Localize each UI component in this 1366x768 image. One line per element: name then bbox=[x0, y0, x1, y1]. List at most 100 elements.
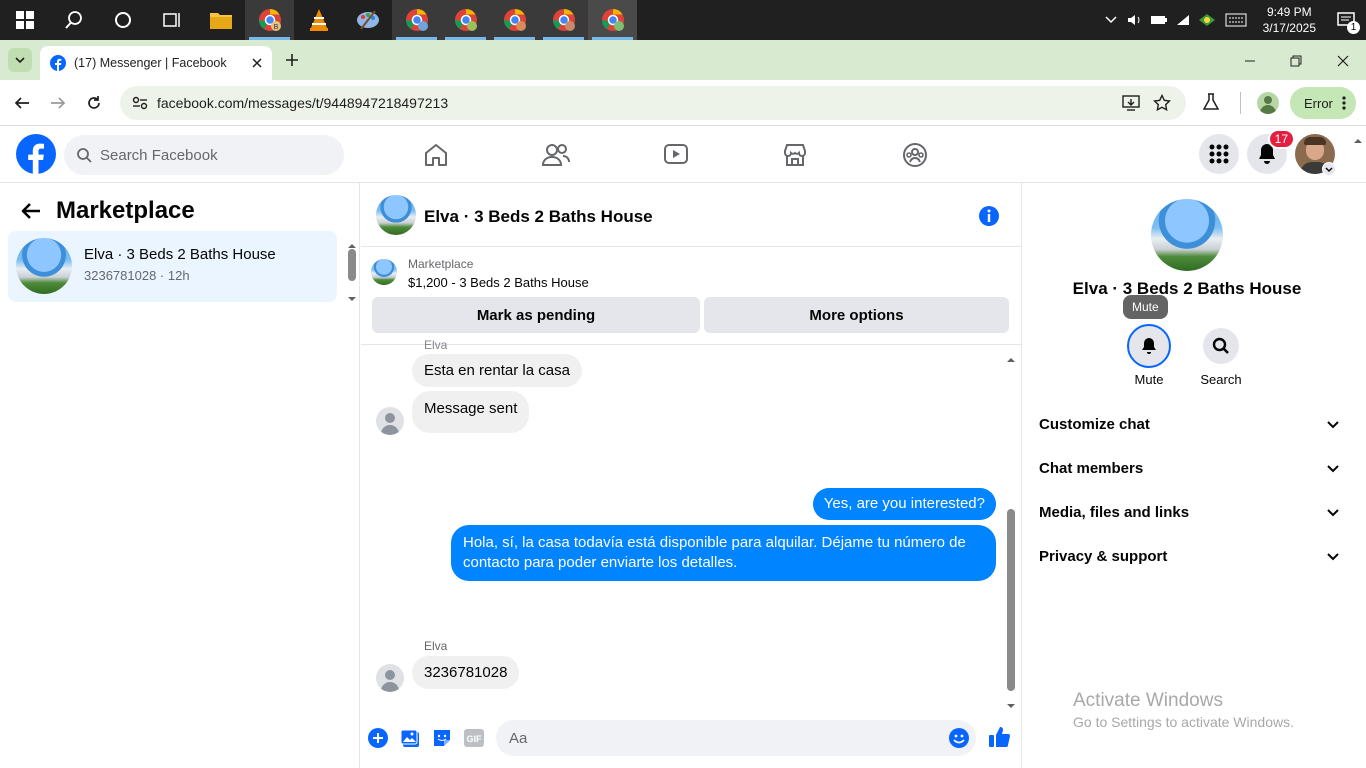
language-icon[interactable] bbox=[1195, 0, 1219, 40]
home-icon[interactable] bbox=[421, 140, 451, 170]
chevron-down-icon bbox=[1327, 552, 1339, 560]
more-options-button[interactable]: More options bbox=[704, 297, 1009, 333]
bookmark-star-icon[interactable] bbox=[1153, 94, 1171, 112]
marketplace-label: Marketplace bbox=[408, 257, 474, 271]
labs-flask-icon[interactable] bbox=[1202, 93, 1220, 116]
listing-price-title[interactable]: $1,200 - 3 Beds 2 Baths House bbox=[408, 275, 589, 290]
details-avatar[interactable] bbox=[1151, 199, 1223, 271]
reload-icon[interactable] bbox=[86, 95, 102, 116]
chrome-window-icon[interactable] bbox=[441, 0, 490, 40]
windows-start-icon[interactable] bbox=[0, 0, 49, 40]
scroll-down-arrow-icon[interactable] bbox=[1006, 696, 1016, 714]
conversation-list-scrollbar[interactable] bbox=[348, 249, 356, 281]
browser-toolbar: facebook.com/messages/t/9448947218497213… bbox=[0, 80, 1366, 126]
notifications-badge: 17 bbox=[1267, 129, 1295, 149]
mark-as-pending-button[interactable]: Mark as pending bbox=[372, 297, 700, 333]
back-arrow-icon[interactable] bbox=[14, 95, 30, 116]
wifi-icon[interactable] bbox=[1171, 0, 1195, 40]
system-clock[interactable]: 9:49 PM 3/17/2025 bbox=[1253, 4, 1326, 36]
chrome-window-icon[interactable] bbox=[392, 0, 441, 40]
profile-avatar[interactable] bbox=[1257, 92, 1279, 114]
sticker-icon[interactable] bbox=[432, 728, 452, 753]
search-label: Search bbox=[1200, 372, 1242, 387]
back-arrow-icon[interactable] bbox=[21, 202, 41, 225]
tab-search-button[interactable] bbox=[8, 48, 32, 72]
restore-icon[interactable] bbox=[1290, 54, 1302, 72]
chat-scrollbar[interactable] bbox=[1007, 509, 1015, 691]
forward-arrow-icon[interactable] bbox=[50, 95, 66, 116]
mute-label: Mute bbox=[1134, 372, 1164, 387]
conversation-phone: 3236781028 bbox=[84, 268, 157, 283]
keyboard-icon[interactable] bbox=[1219, 0, 1253, 40]
listing-thumbnail[interactable] bbox=[371, 259, 397, 285]
chrome-profile-icon[interactable]: B bbox=[245, 0, 294, 40]
conversation-time: 12h bbox=[167, 268, 190, 283]
battery-icon[interactable] bbox=[1147, 0, 1171, 40]
address-bar[interactable]: facebook.com/messages/t/9448947218497213 bbox=[120, 86, 1186, 120]
privacy-support-section[interactable]: Privacy & support bbox=[1039, 548, 1339, 565]
account-chevron-down-icon[interactable] bbox=[1322, 162, 1336, 176]
close-tab-icon[interactable] bbox=[252, 58, 262, 68]
paint-icon[interactable] bbox=[343, 0, 392, 40]
emoji-icon[interactable] bbox=[949, 728, 969, 748]
chat-avatar[interactable] bbox=[376, 195, 416, 235]
chrome-window-icon[interactable] bbox=[539, 0, 588, 40]
conversation-preview: 3236781028 · 12h bbox=[84, 268, 190, 283]
chat-members-section[interactable]: Chat members bbox=[1039, 460, 1339, 477]
menu-grid-icon[interactable] bbox=[1199, 134, 1239, 174]
minimize-icon[interactable] bbox=[1244, 54, 1256, 72]
scroll-up-arrow-icon[interactable] bbox=[1006, 350, 1016, 368]
mute-bell-icon[interactable] bbox=[1127, 324, 1171, 368]
site-settings-icon[interactable] bbox=[132, 96, 148, 110]
action-center-icon[interactable]: 1 bbox=[1326, 0, 1366, 40]
chrome-window-icon[interactable] bbox=[588, 0, 637, 40]
friends-icon[interactable] bbox=[541, 140, 571, 170]
search-icon[interactable] bbox=[49, 0, 98, 40]
url-text: facebook.com/messages/t/9448947218497213 bbox=[157, 95, 449, 111]
watch-video-icon[interactable] bbox=[661, 140, 691, 170]
incoming-message[interactable]: Esta en rentar la casa bbox=[412, 354, 582, 387]
facebook-logo-icon[interactable] bbox=[16, 134, 56, 179]
marketplace-icon[interactable] bbox=[780, 140, 810, 170]
conversation-item[interactable]: Elva · 3 Beds 2 Baths House 3236781028 ·… bbox=[8, 231, 337, 302]
search-icon[interactable] bbox=[1203, 328, 1239, 364]
install-app-icon[interactable] bbox=[1122, 95, 1140, 111]
mute-tooltip: Mute bbox=[1123, 295, 1168, 319]
mute-button[interactable]: Mute bbox=[1119, 324, 1179, 387]
incoming-message[interactable]: Message sent bbox=[412, 391, 530, 433]
error-button[interactable]: Error bbox=[1290, 87, 1356, 119]
thumbs-up-like-icon[interactable] bbox=[988, 726, 1010, 753]
chevron-up-icon[interactable] bbox=[1099, 0, 1123, 40]
search-in-chat-button[interactable]: Search bbox=[1191, 328, 1251, 387]
incoming-message[interactable]: 3236781028 bbox=[412, 656, 520, 689]
close-window-icon[interactable] bbox=[1337, 54, 1349, 72]
vlc-icon[interactable] bbox=[294, 0, 343, 40]
message-input[interactable]: Aa bbox=[496, 720, 976, 756]
notifications-bell-icon[interactable]: 17 bbox=[1247, 129, 1295, 174]
watermark-line2: Go to Settings to activate Windows. bbox=[1073, 714, 1294, 730]
info-icon[interactable] bbox=[978, 205, 1000, 232]
chevron-down-icon bbox=[1327, 420, 1339, 428]
file-explorer-icon[interactable] bbox=[196, 0, 245, 40]
browser-tab[interactable]: (17) Messenger | Facebook bbox=[40, 46, 272, 80]
message-sender: Elva bbox=[424, 338, 448, 352]
facebook-search-input[interactable]: Search Facebook bbox=[64, 135, 344, 175]
customize-chat-section[interactable]: Customize chat bbox=[1039, 416, 1339, 433]
media-files-links-section[interactable]: Media, files and links bbox=[1039, 504, 1339, 521]
scroll-down-arrow-icon[interactable] bbox=[347, 289, 357, 307]
new-tab-icon[interactable] bbox=[282, 50, 302, 70]
outgoing-message[interactable]: Hola, sí, la casa todavía está disponibl… bbox=[451, 525, 996, 581]
chat-title[interactable]: Elva · 3 Beds 2 Baths House bbox=[424, 207, 653, 227]
task-view-icon[interactable] bbox=[147, 0, 196, 40]
chrome-window-icon[interactable] bbox=[490, 0, 539, 40]
photo-icon[interactable] bbox=[400, 728, 420, 753]
cortana-icon[interactable] bbox=[98, 0, 147, 40]
svg-text:B: B bbox=[273, 24, 278, 31]
chevron-down-icon bbox=[1327, 508, 1339, 516]
page-scroll-up-arrow-icon[interactable] bbox=[1353, 131, 1363, 149]
outgoing-message[interactable]: Yes, are you interested? bbox=[812, 488, 996, 520]
volume-icon[interactable] bbox=[1123, 0, 1147, 40]
groups-icon[interactable] bbox=[900, 140, 930, 170]
gif-icon[interactable]: GIF bbox=[464, 729, 484, 752]
plus-circle-icon[interactable] bbox=[368, 728, 388, 753]
